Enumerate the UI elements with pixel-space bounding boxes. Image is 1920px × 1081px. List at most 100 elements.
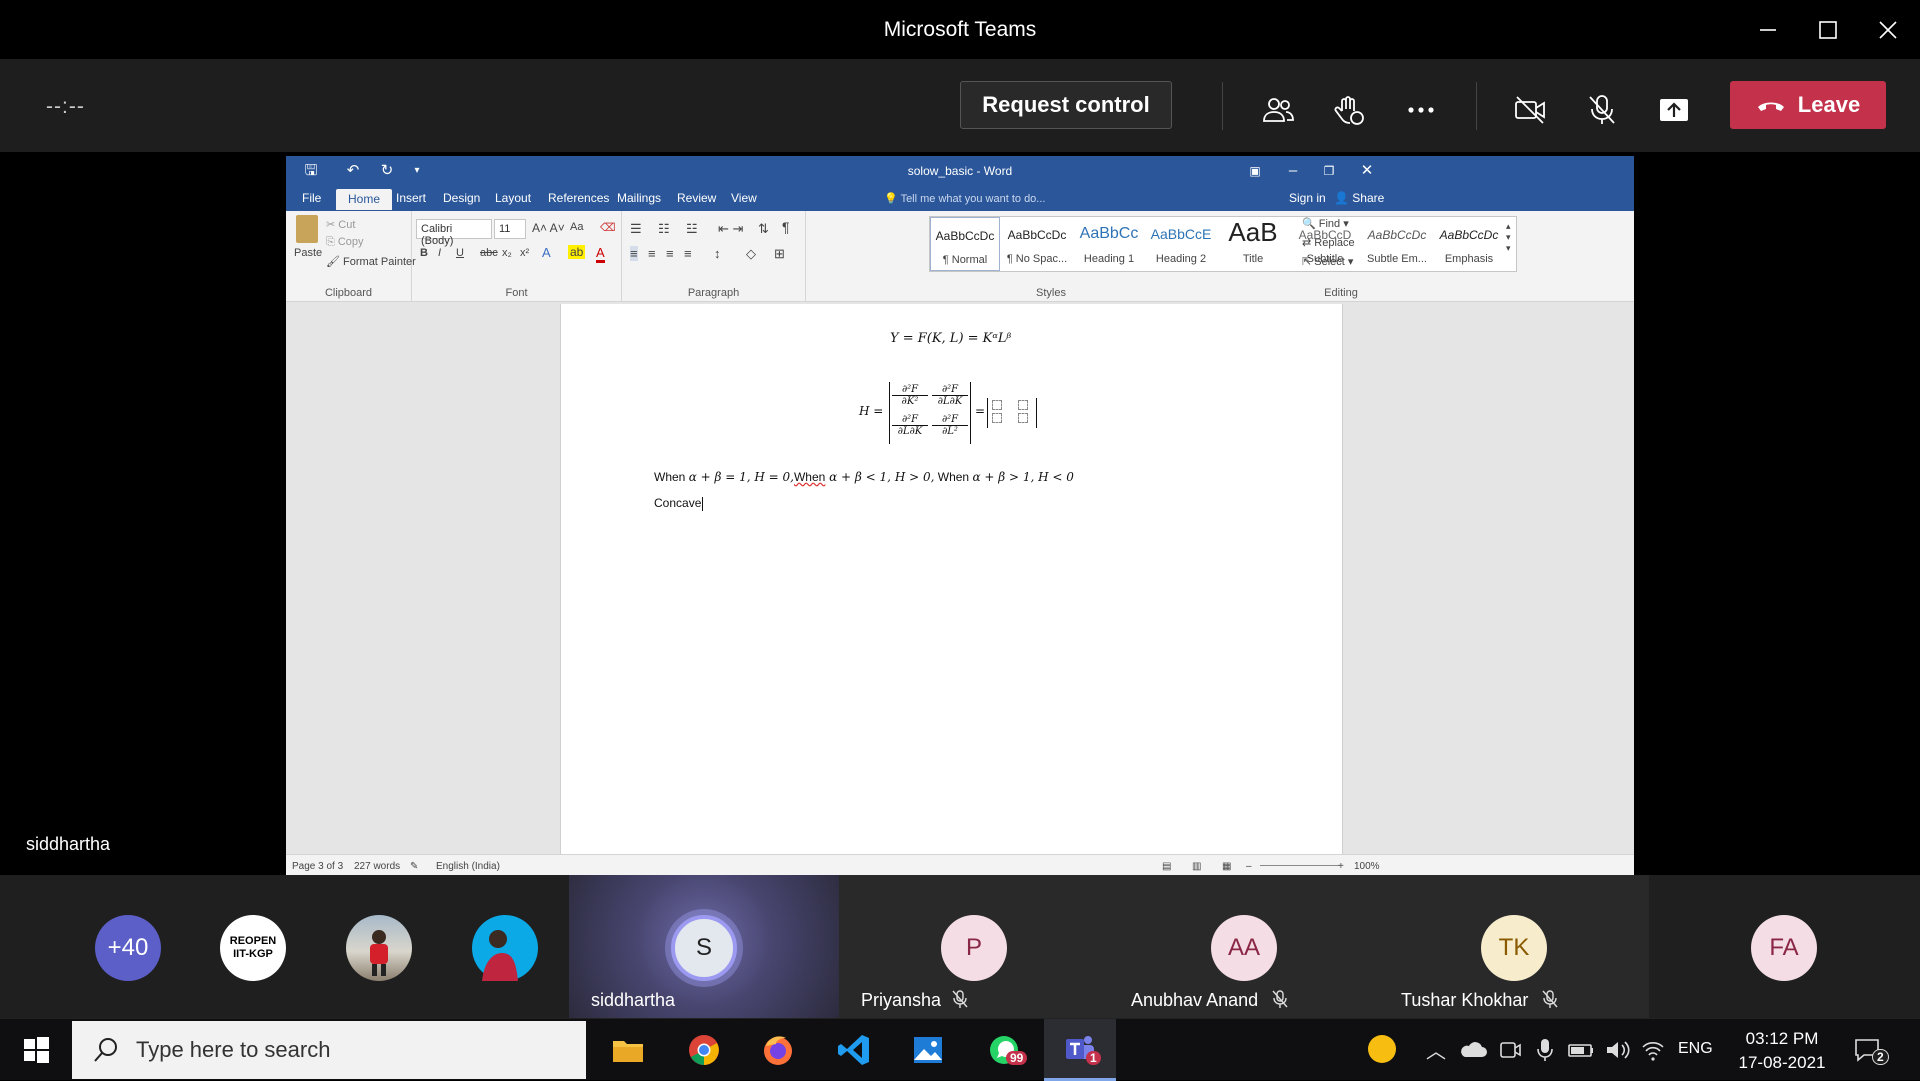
tab-references[interactable]: References — [548, 191, 609, 205]
word-restore-icon[interactable]: ❐ — [1318, 161, 1340, 181]
font-size-select[interactable]: 11 — [494, 219, 526, 239]
mic-toggle-button[interactable] — [1580, 88, 1624, 132]
read-mode-icon[interactable]: ▤ — [1162, 861, 1171, 872]
cut-button[interactable]: ✂ Cut — [326, 218, 355, 231]
style-heading-1[interactable]: AaBbCc Heading 1 — [1074, 217, 1144, 271]
sort-icon[interactable]: ⇅ — [758, 221, 769, 237]
underline-icon[interactable]: U — [456, 247, 464, 259]
taskbar-firefox[interactable] — [742, 1019, 814, 1081]
request-control-button[interactable]: Request control — [960, 81, 1172, 129]
tab-review[interactable]: Review — [677, 191, 716, 205]
font-color-icon[interactable]: A — [596, 245, 605, 263]
indent-icons[interactable]: ⇤ ⇥ — [718, 221, 743, 237]
tab-file[interactable]: File — [302, 191, 321, 205]
participant-tile[interactable]: FA — [1649, 875, 1920, 1018]
tab-insert[interactable]: Insert — [396, 191, 426, 205]
multilevel-list-icon[interactable]: ☳ — [686, 221, 698, 237]
action-center-button[interactable]: 2 — [1852, 1035, 1892, 1065]
hidden-icons-chevron-icon[interactable]: ︿ — [1426, 1035, 1456, 1065]
tab-design[interactable]: Design — [443, 191, 480, 205]
taskbar-chrome[interactable] — [668, 1019, 740, 1081]
participant-tile[interactable]: AA Anubhav Anand — [1109, 875, 1379, 1018]
shading-icon[interactable]: ◇ — [746, 246, 756, 262]
sign-in-link[interactable]: Sign in — [1289, 191, 1326, 205]
word-count[interactable]: 227 words — [354, 861, 400, 872]
word-close-icon[interactable]: ✕ — [1356, 161, 1378, 181]
ribbon-display-icon[interactable]: ▣ — [1244, 161, 1266, 181]
subscript-icon[interactable]: x₂ — [502, 247, 512, 259]
find-button[interactable]: 🔍 Find ▾ — [1302, 217, 1349, 230]
line-spacing-icon[interactable]: ↕ — [714, 246, 721, 261]
align-center-icon[interactable]: ≡ — [648, 246, 656, 261]
zoom-in-icon[interactable]: + — [1338, 861, 1344, 872]
strikethrough-icon[interactable]: abc — [480, 247, 498, 259]
camera-toggle-button[interactable] — [1508, 88, 1552, 132]
close-window-button[interactable] — [1858, 0, 1918, 60]
justify-icon[interactable]: ≡ — [684, 246, 692, 261]
paste-icon[interactable] — [296, 215, 318, 243]
bullets-icon[interactable]: ☰ — [630, 221, 642, 237]
style-title[interactable]: AaB Title — [1218, 217, 1288, 271]
bold-icon[interactable]: B — [420, 247, 428, 259]
language-status[interactable]: English (India) — [436, 861, 500, 872]
style-normal[interactable]: AaBbCcDc ¶ Normal — [930, 217, 1000, 271]
styles-scroll-icon[interactable]: ▴ ▾ ▾ — [1506, 221, 1511, 254]
borders-icon[interactable]: ⊞ — [774, 246, 785, 262]
leave-button[interactable]: Leave — [1730, 81, 1886, 129]
wifi-icon[interactable] — [1638, 1035, 1668, 1065]
zoom-slider[interactable] — [1260, 865, 1340, 866]
text-effects-icon[interactable]: A — [542, 245, 551, 260]
tab-layout[interactable]: Layout — [495, 191, 531, 205]
style-heading-2[interactable]: AaBbCcE Heading 2 — [1146, 217, 1216, 271]
share-button[interactable]: 👤 Share — [1334, 191, 1384, 205]
participant-photo-avatar[interactable] — [346, 915, 412, 981]
share-content-button[interactable] — [1652, 88, 1696, 132]
style-no-spacing[interactable]: AaBbCcDc ¶ No Spac... — [1002, 217, 1072, 271]
participant-tile-active[interactable]: S siddhartha — [569, 875, 839, 1018]
taskbar-search-box[interactable]: Type here to search — [72, 1021, 586, 1079]
battery-icon[interactable] — [1566, 1035, 1596, 1065]
word-minimize-icon[interactable]: – — [1282, 161, 1304, 181]
participant-tile[interactable]: P Priyansha — [839, 875, 1109, 1018]
participant-tile[interactable]: TK Tushar Khokhar — [1379, 875, 1649, 1018]
taskbar-file-explorer[interactable] — [592, 1019, 664, 1081]
more-participants-button[interactable]: +40 — [95, 915, 161, 981]
zoom-level[interactable]: 100% — [1354, 861, 1380, 872]
raise-hand-button[interactable] — [1327, 88, 1371, 132]
zoom-out-icon[interactable]: – — [1246, 861, 1252, 872]
system-clock[interactable]: 03:12 PM 17-08-2021 — [1736, 1027, 1828, 1075]
show-formatting-icon[interactable]: ¶ — [782, 219, 790, 235]
change-case-button[interactable]: Aa — [570, 221, 583, 233]
italic-icon[interactable]: I — [438, 247, 441, 259]
align-left-icon[interactable]: ≡ — [630, 246, 638, 261]
select-button[interactable]: ⇱ Select ▾ — [1302, 255, 1353, 268]
superscript-icon[interactable]: x² — [520, 247, 529, 259]
onedrive-icon[interactable] — [1458, 1035, 1488, 1065]
tell-me-search[interactable]: 💡 Tell me what you want to do... — [884, 192, 1045, 205]
tab-view[interactable]: View — [731, 191, 757, 205]
participant-photo-avatar-2[interactable] — [472, 915, 538, 981]
microphone-icon[interactable] — [1530, 1035, 1560, 1065]
tab-mailings[interactable]: Mailings — [617, 191, 661, 205]
format-painter-button[interactable]: 🖌 Format Painter — [326, 255, 416, 268]
maximize-button[interactable] — [1798, 0, 1858, 60]
numbering-icon[interactable]: ☷ — [658, 221, 670, 237]
web-layout-icon[interactable]: ▦ — [1222, 861, 1231, 872]
document-page[interactable]: Y = F(K, L) = KᵅLᵝ H = ∂²F ∂K² ∂²F ∂L∂K ∂²… — [560, 304, 1343, 876]
minimize-button[interactable] — [1738, 0, 1798, 60]
participants-button[interactable] — [1256, 88, 1300, 132]
paste-button[interactable]: Paste — [294, 247, 322, 259]
page-count[interactable]: Page 3 of 3 — [292, 861, 343, 872]
print-layout-icon[interactable]: ▥ — [1192, 861, 1201, 872]
volume-icon[interactable] — [1602, 1035, 1632, 1065]
start-button[interactable] — [0, 1019, 72, 1081]
tab-home[interactable]: Home — [336, 189, 393, 210]
replace-button[interactable]: ⇄ Replace — [1302, 236, 1355, 249]
style-emphasis[interactable]: AaBbCcDc Emphasis — [1434, 217, 1504, 271]
taskbar-whatsapp[interactable]: 99 — [968, 1019, 1040, 1081]
input-language[interactable]: ENG — [1678, 1040, 1722, 1070]
highlight-icon[interactable]: ab — [568, 245, 586, 259]
more-actions-button[interactable] — [1399, 88, 1443, 132]
taskbar-photos[interactable] — [892, 1019, 964, 1081]
font-name-select[interactable]: Calibri (Body) — [416, 219, 492, 247]
